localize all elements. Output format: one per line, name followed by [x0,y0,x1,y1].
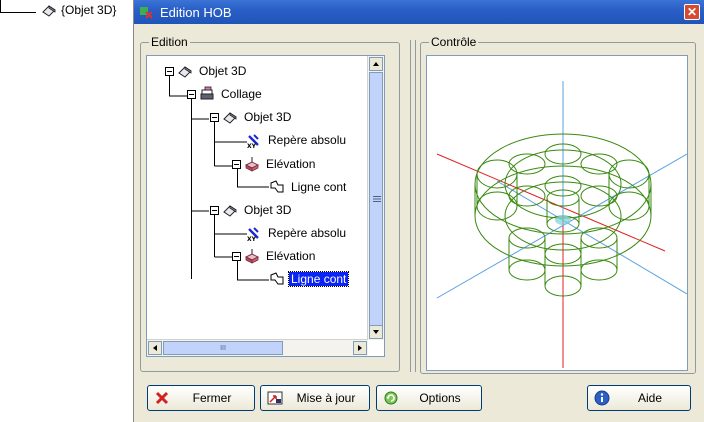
title-bar[interactable]: Edition HOB ✕ [134,0,704,24]
tree-node-label: Repère absolu [268,226,347,240]
tree-node-ligne-1[interactable]: Ligne cont [269,178,348,196]
arrow-right-icon [358,345,362,351]
arrow-up-icon [373,62,379,66]
update-button[interactable]: Mise à jour [260,385,370,411]
shape-3d-icon [42,5,56,17]
background-tree-node[interactable]: {Objet 3D} [38,1,116,19]
collapse-toggle[interactable] [232,159,241,169]
tree-node-objet3d-2[interactable]: Objet 3D [210,201,293,219]
shape-3d-icon [178,66,192,78]
xy-axis-icon: XY [247,227,259,241]
arrow-left-icon [153,345,157,351]
xy-axis-icon: XY [247,134,259,148]
collapse-toggle[interactable] [232,251,241,261]
tree-node-label-selected: Ligne cont [287,271,350,287]
arrow-down-icon [373,330,379,334]
tree-node-elevation-2[interactable]: Elévation [232,247,317,265]
grip-icon [373,196,381,202]
elevation-icon [244,249,260,264]
collapse-toggle[interactable] [210,205,219,215]
help-button[interactable]: Aide [587,385,691,411]
control-group: Contrôle [420,35,696,374]
tree-node-ligne-2[interactable]: Ligne cont [269,270,350,288]
vertical-scroll-thumb[interactable] [369,72,383,326]
tree-node-repere-1[interactable]: XY Repère absolu [246,131,348,149]
3d-preview-viewport[interactable] [426,55,688,371]
tree-node-label: Elévation [266,157,316,171]
hierarchy-tree[interactable]: Objet 3D Collage Objet 3D XY Repère abso… [146,55,385,357]
scroll-up-button[interactable] [369,57,383,71]
close-icon [155,391,169,405]
svg-text:XY: XY [247,236,257,241]
collapse-toggle[interactable] [165,66,174,76]
contour-line-icon [270,272,284,285]
3d-gear-preview [436,81,688,368]
refresh-icon [384,391,398,405]
edition-group-label: Edition [149,35,190,49]
horizontal-scroll-thumb[interactable]: III [163,341,283,355]
close-window-button[interactable]: ✕ [684,4,700,20]
scroll-left-button[interactable] [148,341,162,355]
tree-node-objet3d-1[interactable]: Objet 3D [210,108,293,126]
collapse-toggle[interactable] [210,112,219,122]
shape-3d-icon [223,112,237,124]
tree-node-label: Elévation [266,249,316,263]
scroll-right-button[interactable] [353,341,367,355]
edition-hob-window: Edition HOB ✕ Edition Objet 3D Collage O… [133,0,704,422]
tree-node-label: Objet 3D [244,203,292,217]
tree-node-collage[interactable]: Collage [187,85,264,103]
tree-node-label: Objet 3D [244,110,292,124]
close-button[interactable]: Fermer [147,385,255,411]
tree-node-repere-2[interactable]: XY Repère absolu [246,224,348,242]
control-group-label: Contrôle [429,35,479,49]
update-icon [267,391,283,405]
horizontal-scrollbar[interactable]: III [147,339,368,356]
tree-node-label: Repère absolu [268,133,347,147]
edition-group: Edition Objet 3D Collage Objet 3D XY Rep… [140,35,400,372]
tree-node-label: Ligne cont [291,180,347,194]
svg-text:XY: XY [247,143,257,148]
app-icon [140,7,153,19]
shape-3d-icon [223,205,237,217]
panel-splitter[interactable] [410,40,416,372]
background-tree-label: {Objet 3D} [61,3,117,17]
options-button[interactable]: Options [376,385,482,411]
gear-center-hub [555,215,571,225]
close-icon: ✕ [686,5,698,19]
options-button-label: Options [419,391,461,405]
grip-icon: III [220,344,226,352]
info-icon [594,390,610,406]
stapler-icon [200,86,214,100]
help-button-label: Aide [637,391,663,405]
tree-connector [0,0,1,12]
tree-node-objet3d-root[interactable]: Objet 3D [165,62,248,80]
collapse-toggle[interactable] [187,89,196,99]
tree-node-label: Collage [221,87,262,101]
contour-line-icon [270,180,284,193]
elevation-icon [244,157,260,172]
window-title: Edition HOB [160,4,232,20]
tree-connector [0,12,36,13]
update-button-label: Mise à jour [296,391,356,405]
scroll-down-button[interactable] [369,325,383,339]
vertical-scrollbar[interactable] [367,56,384,340]
tree-node-elevation-1[interactable]: Elévation [232,155,317,173]
close-button-label: Fermer [192,391,232,405]
tree-node-label: Objet 3D [199,64,247,78]
